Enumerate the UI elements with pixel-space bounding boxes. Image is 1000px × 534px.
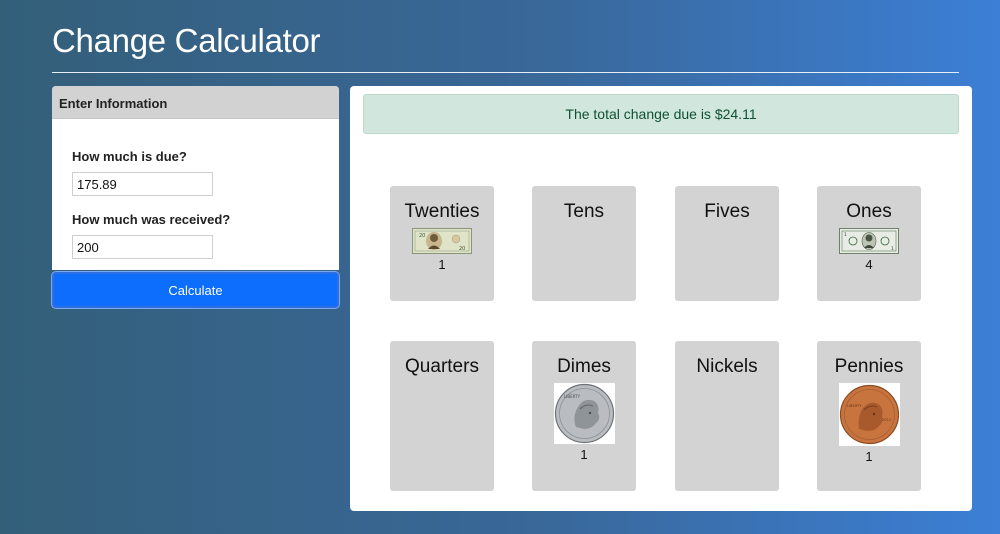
penny-coin-icon: LIBERTY 2012 [838, 383, 900, 446]
denomination-name: Quarters [405, 356, 479, 377]
amount-due-label: How much is due? [72, 149, 187, 164]
dime-coin-icon: LIBERTY [553, 383, 615, 444]
enter-information-card: Enter Information How much is due? How m… [52, 86, 339, 270]
title-divider [52, 72, 959, 73]
change-result-card: The total change due is $24.11 Twenties … [350, 86, 972, 511]
denomination-card-ones: Ones 1 1 4 [817, 186, 921, 301]
denomination-card-pennies: Pennies LIBERTY 2012 1 [817, 341, 921, 491]
page-title: Change Calculator [52, 22, 321, 59]
amount-received-label: How much was received? [72, 212, 231, 227]
denomination-count: 1 [580, 447, 588, 462]
amount-due-input[interactable] [72, 172, 213, 196]
denomination-card-fives: Fives [675, 186, 779, 301]
svg-text:20: 20 [419, 233, 425, 239]
svg-text:20: 20 [459, 246, 465, 252]
svg-text:1: 1 [844, 232, 847, 238]
denomination-card-dimes: Dimes LIBERTY 1 [532, 341, 636, 491]
denomination-count: 1 [865, 449, 873, 464]
enter-information-header: Enter Information [52, 86, 339, 119]
denomination-name: Dimes [557, 356, 611, 377]
denomination-card-tens: Tens [532, 186, 636, 301]
denomination-card-twenties: Twenties 20 20 1 [390, 186, 494, 301]
one-dollar-bill-icon: 1 1 [839, 228, 899, 254]
amount-received-input[interactable] [72, 235, 213, 259]
denomination-card-quarters: Quarters [390, 341, 494, 491]
svg-text:LIBERTY: LIBERTY [564, 394, 581, 399]
denomination-name: Fives [704, 201, 750, 222]
denomination-name: Ones [846, 201, 892, 222]
total-change-alert: The total change due is $24.11 [363, 94, 959, 134]
svg-text:2012: 2012 [882, 418, 891, 422]
twenty-dollar-bill-icon: 20 20 [412, 228, 472, 254]
denomination-count: 1 [438, 257, 446, 272]
denomination-name: Twenties [404, 201, 480, 222]
denomination-name: Pennies [834, 356, 904, 377]
denomination-name: Nickels [696, 356, 758, 377]
calculate-button[interactable]: Calculate [52, 272, 339, 308]
svg-text:1: 1 [891, 246, 894, 252]
denomination-name: Tens [563, 201, 605, 222]
denomination-count: 4 [865, 257, 873, 272]
svg-text:LIBERTY: LIBERTY [847, 404, 862, 408]
denomination-card-nickels: Nickels [675, 341, 779, 491]
